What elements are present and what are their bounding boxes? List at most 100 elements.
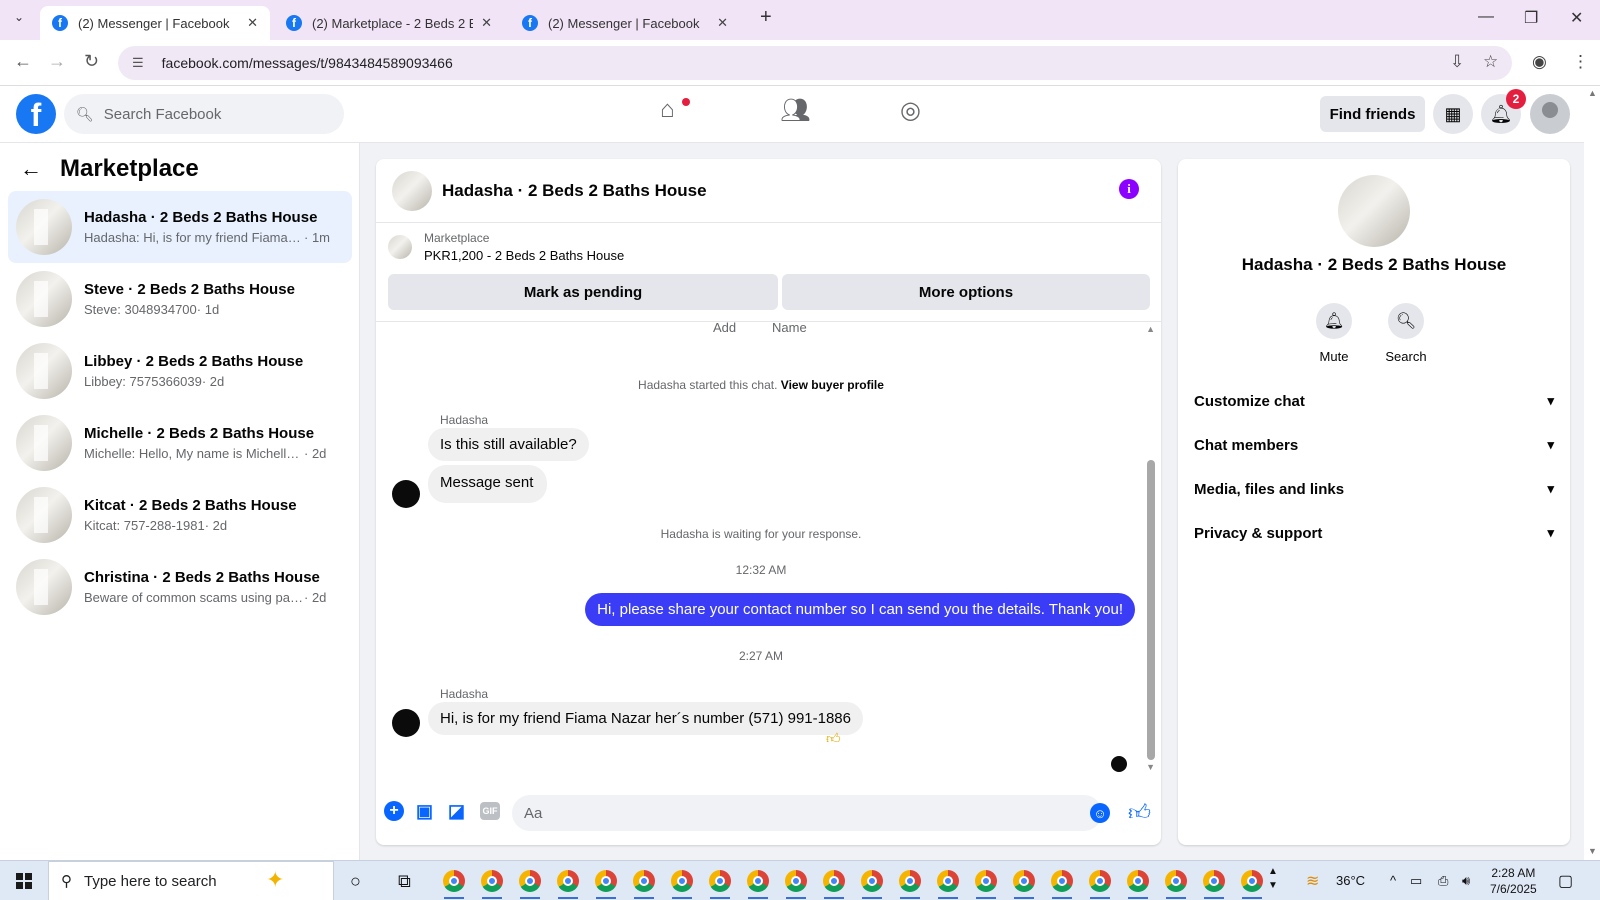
- scroll-down-icon[interactable]: ▼: [1146, 762, 1155, 772]
- browser-tab-3[interactable]: f (2) Messenger | Facebook ✕: [510, 6, 740, 40]
- copilot-sparkle-icon[interactable]: ✦: [266, 867, 284, 893]
- chrome-taskbar-icon[interactable]: [595, 870, 617, 899]
- task-view-icon[interactable]: ⧉: [398, 871, 411, 892]
- menu-grid-icon[interactable]: ▦: [1433, 94, 1473, 134]
- conversation-item[interactable]: Kitcat · 2 Beds 2 Baths House Kitcat: 75…: [8, 479, 352, 551]
- chrome-taskbar-icon[interactable]: [823, 870, 845, 899]
- find-friends-button[interactable]: Find friends: [1320, 96, 1425, 132]
- conversation-item[interactable]: Steve · 2 Beds 2 Baths House Steve: 3048…: [8, 263, 352, 335]
- site-info-icon[interactable]: ☰: [132, 55, 144, 71]
- reload-icon[interactable]: ↻: [84, 51, 99, 72]
- sender-avatar[interactable]: [392, 709, 420, 737]
- tab-search-chevron-icon[interactable]: ⌄: [14, 10, 24, 24]
- more-options-button[interactable]: More options: [782, 274, 1150, 310]
- chrome-taskbar-icon[interactable]: [519, 870, 541, 899]
- new-tab-icon[interactable]: +: [760, 6, 772, 29]
- chrome-taskbar-icon[interactable]: [1051, 870, 1073, 899]
- view-buyer-profile-link[interactable]: View buyer profile: [781, 378, 884, 392]
- close-tab-icon[interactable]: ✕: [717, 15, 728, 31]
- mute-button[interactable]: 🔔︎ Mute: [1294, 303, 1374, 364]
- minimize-icon[interactable]: —: [1478, 8, 1494, 26]
- like-thumbs-up-icon[interactable]: 👍︎: [1128, 799, 1151, 826]
- listing-summary[interactable]: Marketplace PKR1,200 - 2 Beds 2 Baths Ho…: [388, 231, 624, 263]
- scrollbar-thumb[interactable]: [1147, 460, 1155, 760]
- restore-icon[interactable]: ❐: [1524, 8, 1538, 28]
- attach-image-icon[interactable]: ▣: [416, 801, 433, 822]
- plus-icon[interactable]: +: [384, 801, 404, 821]
- mark-as-pending-button[interactable]: Mark as pending: [388, 274, 778, 310]
- conversation-item[interactable]: Michelle · 2 Beds 2 Baths House Michelle…: [8, 407, 352, 479]
- chrome-taskbar-icon[interactable]: [633, 870, 655, 899]
- browser-tab-2[interactable]: f (2) Marketplace - 2 Beds 2 Baths ✕: [274, 6, 504, 40]
- incoming-message[interactable]: Is this still available?: [428, 428, 589, 461]
- chat-title[interactable]: Hadasha · 2 Beds 2 Baths House: [442, 181, 707, 201]
- chrome-taskbar-icon[interactable]: [1089, 870, 1111, 899]
- gif-icon[interactable]: GIF: [480, 802, 500, 820]
- close-tab-icon[interactable]: ✕: [481, 15, 492, 31]
- chrome-taskbar-icon[interactable]: [1165, 870, 1187, 899]
- scroll-up-icon[interactable]: ▲: [1146, 324, 1155, 334]
- chrome-taskbar-icon[interactable]: [785, 870, 807, 899]
- conversation-item[interactable]: Christina · 2 Beds 2 Baths House Beware …: [8, 551, 352, 623]
- chrome-taskbar-icon[interactable]: [747, 870, 769, 899]
- volume-icon[interactable]: 🔊︎: [1462, 873, 1470, 889]
- close-window-icon[interactable]: ✕: [1570, 8, 1583, 28]
- chrome-taskbar-icon[interactable]: [1241, 870, 1263, 899]
- chrome-taskbar-icon[interactable]: [861, 870, 883, 899]
- chrome-taskbar-icon[interactable]: [1203, 870, 1225, 899]
- chat-thumbnail[interactable]: [392, 170, 432, 211]
- back-icon[interactable]: ←: [14, 51, 32, 72]
- close-tab-icon[interactable]: ✕: [247, 15, 258, 31]
- chrome-taskbar-icon[interactable]: [443, 870, 465, 899]
- browser-menu-icon[interactable]: ⋮: [1572, 52, 1589, 72]
- windows-start-icon[interactable]: [16, 873, 32, 889]
- install-app-icon[interactable]: ⇩: [1450, 52, 1464, 72]
- scroll-up-icon[interactable]: ▲: [1588, 88, 1597, 98]
- notification-center-icon[interactable]: ▢: [1558, 871, 1573, 891]
- sticker-icon[interactable]: ◪: [448, 801, 465, 822]
- page-scrollbar[interactable]: ▲ ▼: [1584, 86, 1600, 860]
- browser-tab-1[interactable]: f (2) Messenger | Facebook ✕: [40, 6, 270, 40]
- facebook-search-input[interactable]: 🔍︎ Search Facebook: [64, 94, 344, 134]
- taskbar-search[interactable]: ⚲ Type here to search: [48, 861, 334, 900]
- weather-icon[interactable]: ≋: [1306, 871, 1319, 891]
- section-privacy-support[interactable]: Privacy & support ▾: [1194, 513, 1554, 553]
- forward-icon[interactable]: →: [48, 51, 66, 72]
- chrome-taskbar-icon[interactable]: [937, 870, 959, 899]
- url-bar[interactable]: ☰ facebook.com/messages/t/98434845890934…: [118, 46, 1512, 80]
- network-icon[interactable]: ▭: [1410, 873, 1422, 889]
- search-in-chat-button[interactable]: 🔍︎ Search: [1366, 303, 1446, 364]
- home-icon[interactable]: ⌂: [660, 96, 675, 124]
- back-arrow-icon[interactable]: ←: [20, 156, 42, 182]
- groups-icon[interactable]: ◎: [900, 96, 921, 125]
- thumbs-up-reaction-icon[interactable]: 👍︎: [826, 730, 841, 747]
- clock[interactable]: 2:28 AM 7/6/2025: [1490, 865, 1537, 897]
- temperature[interactable]: 36°C: [1336, 873, 1365, 888]
- chrome-taskbar-icon[interactable]: [899, 870, 921, 899]
- emoji-icon[interactable]: ☺: [1090, 803, 1110, 823]
- chrome-taskbar-icon[interactable]: [709, 870, 731, 899]
- account-avatar[interactable]: [1530, 94, 1570, 134]
- message-input[interactable]: [512, 795, 1102, 831]
- meet-now-icon[interactable]: ⎙: [1438, 873, 1448, 889]
- facebook-logo-icon[interactable]: f: [16, 94, 56, 134]
- conversation-item[interactable]: Libbey · 2 Beds 2 Baths House Libbey: 75…: [8, 335, 352, 407]
- friends-icon[interactable]: 👥︎: [780, 96, 810, 125]
- incoming-message[interactable]: Hi, is for my friend Fiama Nazar her´s n…: [428, 702, 863, 735]
- section-chat-members[interactable]: Chat members ▾: [1194, 425, 1554, 465]
- incoming-message[interactable]: Message sent: [428, 465, 548, 503]
- bookmark-star-icon[interactable]: ☆: [1483, 52, 1498, 72]
- show-hidden-icons-chevron-icon[interactable]: ^: [1390, 873, 1396, 888]
- section-media-files-links[interactable]: Media, files and links ▾: [1194, 469, 1554, 509]
- cortana-icon[interactable]: ○: [350, 871, 361, 892]
- taskbar-overflow-arrows-icon[interactable]: ▲ ▼: [1268, 865, 1278, 893]
- conversation-item[interactable]: Hadasha · 2 Beds 2 Baths House Hadasha: …: [8, 191, 352, 263]
- chrome-taskbar-icon[interactable]: [557, 870, 579, 899]
- section-customize-chat[interactable]: Customize chat ▾: [1194, 381, 1554, 421]
- profile-icon[interactable]: ◉: [1532, 52, 1547, 72]
- chrome-taskbar-icon[interactable]: [671, 870, 693, 899]
- chrome-taskbar-icon[interactable]: [481, 870, 503, 899]
- sender-avatar[interactable]: [392, 480, 420, 508]
- chrome-taskbar-icon[interactable]: [975, 870, 997, 899]
- chrome-taskbar-icon[interactable]: [1013, 870, 1035, 899]
